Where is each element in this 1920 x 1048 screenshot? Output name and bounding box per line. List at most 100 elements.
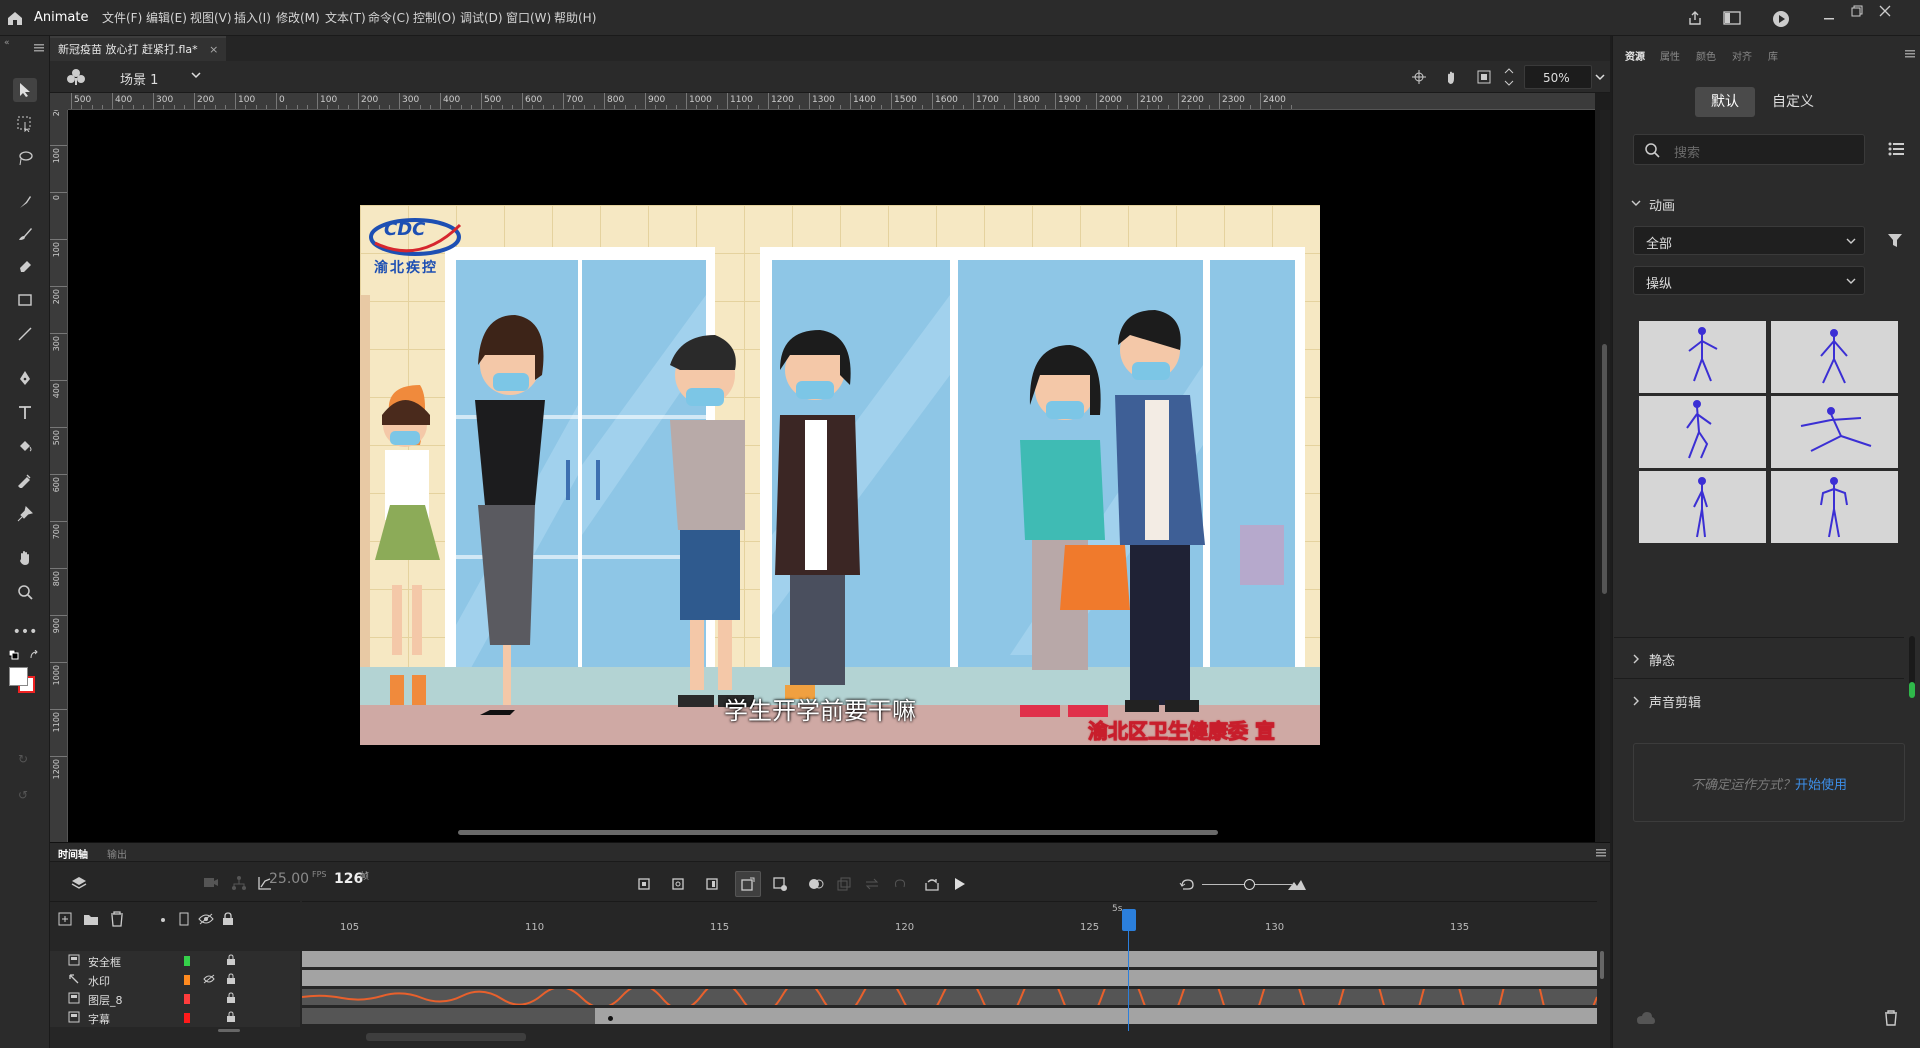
- new-folder-icon[interactable]: [80, 908, 102, 930]
- center-stage-icon[interactable]: [1411, 69, 1427, 85]
- panel-scrollbar[interactable]: [1909, 636, 1915, 698]
- undo-zoom-icon[interactable]: [1176, 873, 1198, 895]
- tab-properties[interactable]: 属性: [1660, 48, 1680, 63]
- pose-thumbnail[interactable]: [1771, 396, 1898, 468]
- fps-value[interactable]: 25.00: [269, 871, 309, 887]
- hidden-eye-icon[interactable]: [203, 974, 215, 984]
- minimize-icon[interactable]: [1822, 8, 1836, 22]
- import-icon[interactable]: [1637, 1010, 1655, 1026]
- swap-colors-icon[interactable]: [29, 650, 39, 660]
- asset-search[interactable]: 搜索: [1633, 134, 1865, 165]
- share-icon[interactable]: [1687, 10, 1703, 26]
- onion-skin-icon[interactable]: [805, 873, 827, 895]
- chevron-down-icon[interactable]: [190, 69, 202, 81]
- panel-options-icon[interactable]: [1596, 849, 1606, 857]
- layer-name[interactable]: 安全框: [88, 954, 121, 970]
- brush-tool-icon[interactable]: [13, 222, 37, 246]
- horizontal-scroll-thumb[interactable]: [458, 830, 1218, 835]
- zoom-fit-icon[interactable]: [1286, 873, 1308, 895]
- default-toggle[interactable]: 默认: [1695, 87, 1755, 117]
- swap-icon[interactable]: [861, 873, 883, 895]
- home-icon[interactable]: [6, 9, 24, 27]
- delete-layer-icon[interactable]: [106, 908, 128, 930]
- chevron-right-icon[interactable]: [1631, 696, 1641, 706]
- play-icon[interactable]: [949, 873, 971, 895]
- pose-thumbnail[interactable]: [1639, 471, 1766, 543]
- custom-toggle[interactable]: 自定义: [1758, 87, 1828, 117]
- layer-row[interactable]: 安全框: [50, 951, 300, 970]
- layer-panel-scrollbar[interactable]: [218, 1029, 240, 1032]
- workspace-icon[interactable]: [1723, 10, 1741, 26]
- eraser-tool-icon[interactable]: [13, 254, 37, 278]
- zoom-slider-handle[interactable]: [1244, 879, 1255, 890]
- close-icon[interactable]: [1878, 4, 1892, 18]
- free-transform-tool-icon[interactable]: [13, 112, 37, 136]
- category-select[interactable]: 全部: [1633, 226, 1865, 255]
- pose-thumbnail[interactable]: [1771, 321, 1898, 393]
- timeline-vertical-scrollbar[interactable]: [1600, 951, 1604, 979]
- insert-frame-icon[interactable]: [701, 873, 723, 895]
- menu-view[interactable]: 视图(V): [190, 0, 232, 36]
- paint-bucket-tool-icon[interactable]: [13, 434, 37, 458]
- restore-icon[interactable]: [1850, 4, 1864, 18]
- layer-row[interactable]: 图层_8: [50, 989, 300, 1008]
- timeline-horizontal-scrollbar[interactable]: [366, 1033, 526, 1041]
- menu-debug[interactable]: 调试(D): [460, 0, 503, 36]
- layer-name[interactable]: 水印: [88, 973, 110, 989]
- clip-content-icon[interactable]: [1476, 69, 1492, 85]
- eyedropper-tool-icon[interactable]: [13, 468, 37, 492]
- snap-icon[interactable]: ↻: [18, 752, 28, 766]
- panel-menu-icon[interactable]: [34, 44, 44, 52]
- menu-edit[interactable]: 编辑(E): [146, 0, 187, 36]
- lock-icon[interactable]: [226, 992, 236, 1004]
- menu-file[interactable]: 文件(F): [102, 0, 142, 36]
- tab-assets[interactable]: 资源: [1625, 48, 1645, 63]
- lock-icon[interactable]: [226, 1011, 236, 1023]
- edit-multiple-frames-icon[interactable]: [833, 873, 855, 895]
- layer-name[interactable]: 字幕: [88, 1011, 110, 1027]
- playhead[interactable]: [1122, 909, 1136, 931]
- pose-thumbnail[interactable]: [1771, 471, 1898, 543]
- delete-icon[interactable]: [1883, 1010, 1899, 1026]
- tab-library[interactable]: 库: [1768, 48, 1778, 63]
- layer-name[interactable]: 图层_8: [88, 992, 123, 1008]
- outline-icon[interactable]: [173, 908, 195, 930]
- zoom-tool-icon[interactable]: [13, 580, 37, 604]
- new-layer-icon[interactable]: [54, 908, 76, 930]
- stage-pasteboard[interactable]: 渝北疾控 CDC 学生开学前要干嘛 渝北区卫生健康委 宣: [68, 110, 1595, 842]
- more-tools-icon[interactable]: •••: [13, 620, 38, 644]
- selection-tool-icon[interactable]: [13, 78, 37, 102]
- layers-icon[interactable]: [71, 875, 87, 891]
- tab-align[interactable]: 对齐: [1732, 48, 1752, 63]
- layer-parenting-icon[interactable]: [231, 875, 247, 891]
- highlight-icon[interactable]: [161, 918, 165, 922]
- camera-icon[interactable]: [203, 875, 219, 889]
- pose-thumbnail[interactable]: [1639, 396, 1766, 468]
- menu-help[interactable]: 帮助(H): [554, 0, 596, 36]
- frame-ruler[interactable]: 5s 105 110 115 120 125 130 135: [302, 901, 1597, 939]
- filter-icon[interactable]: [1887, 232, 1903, 248]
- frame-span[interactable]: [302, 1008, 1597, 1024]
- hand-tool-icon[interactable]: [13, 546, 37, 570]
- subcategory-select[interactable]: 操纵: [1633, 266, 1865, 295]
- lock-icon[interactable]: [226, 973, 236, 985]
- layer-color[interactable]: [184, 956, 190, 966]
- text-tool-icon[interactable]: [13, 400, 37, 424]
- rectangle-tool-icon[interactable]: [13, 288, 37, 312]
- chevron-right-icon[interactable]: [1631, 654, 1641, 664]
- get-started-link[interactable]: 开始使用: [1795, 778, 1847, 793]
- insert-keyframe-icon[interactable]: [633, 873, 655, 895]
- scene-icon[interactable]: [67, 68, 85, 86]
- tab-close-icon[interactable]: ×: [209, 43, 218, 56]
- tab-color[interactable]: 颜色: [1696, 48, 1716, 63]
- layer-row[interactable]: 字幕: [50, 1008, 300, 1027]
- scene-name[interactable]: 场景 1: [120, 69, 158, 88]
- zoom-dropdown-icon[interactable]: [1594, 71, 1606, 83]
- pin-tool-icon[interactable]: [13, 502, 37, 526]
- menu-text[interactable]: 文本(T): [325, 0, 366, 36]
- pen-tool-icon[interactable]: [13, 366, 37, 390]
- layer-row[interactable]: 水印: [50, 970, 300, 989]
- color-swatches[interactable]: [8, 666, 36, 694]
- section-animation[interactable]: 动画: [1649, 195, 1675, 214]
- panel-options-icon[interactable]: [1905, 50, 1915, 58]
